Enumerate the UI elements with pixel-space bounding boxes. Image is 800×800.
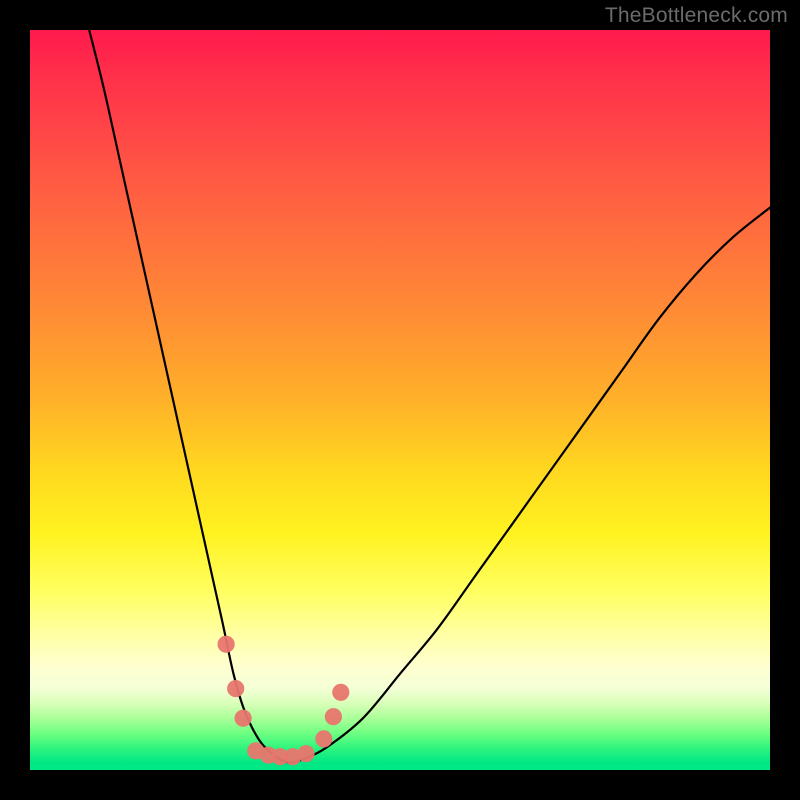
- curve-marker: [316, 731, 332, 747]
- curve-marker: [218, 636, 234, 652]
- curve-markers: [218, 636, 349, 765]
- curve-marker: [333, 684, 349, 700]
- curve-layer: [30, 30, 770, 770]
- curve-marker: [228, 681, 244, 697]
- curve-marker: [235, 710, 251, 726]
- curve-marker: [325, 709, 341, 725]
- chart-container: TheBottleneck.com: [0, 0, 800, 800]
- bottleneck-curve: [89, 30, 770, 763]
- plot-area: [30, 30, 770, 770]
- attribution-text: TheBottleneck.com: [605, 4, 788, 28]
- curve-marker: [298, 746, 314, 762]
